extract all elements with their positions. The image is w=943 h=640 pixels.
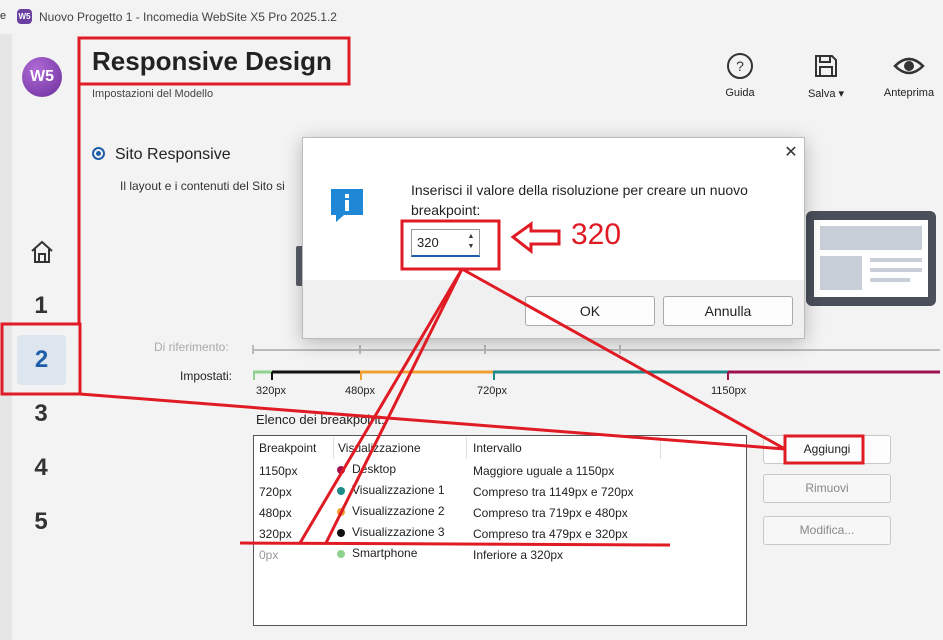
- step-2[interactable]: 2: [17, 335, 66, 385]
- svg-text:?: ?: [736, 58, 744, 74]
- set-bar-720: [360, 370, 493, 380]
- row-4-range[interactable]: Compreso tra 479px e 320px: [473, 527, 628, 541]
- breakpoint-list-label: Elenco dei breakpoint:: [256, 412, 385, 427]
- app-logo: W5: [22, 57, 62, 97]
- help-button[interactable]: ? Guida: [710, 52, 770, 99]
- preview-button[interactable]: Anteprima: [879, 52, 939, 99]
- dialog-prompt: Inserisci il valore della risoluzione pe…: [411, 182, 748, 218]
- row-1-range[interactable]: Maggiore uguale a 1150px: [473, 464, 614, 478]
- row-1-breakpoint[interactable]: 1150px: [259, 464, 297, 478]
- row-2-range[interactable]: Compreso tra 1149px e 720px: [473, 485, 634, 499]
- reference-label: Di riferimento:: [154, 340, 229, 354]
- help-icon: ?: [727, 53, 753, 79]
- dialog-cancel-button[interactable]: Annulla: [663, 296, 793, 326]
- left-edge-strip: [0, 34, 12, 640]
- step-3[interactable]: 3: [12, 400, 70, 428]
- edit-breakpoint-button[interactable]: Modifica...: [763, 516, 891, 545]
- row-4-breakpoint[interactable]: 320px: [259, 527, 292, 541]
- info-icon: [331, 189, 363, 222]
- step-4[interactable]: 4: [12, 454, 70, 482]
- window-edge-text: e: [0, 10, 7, 22]
- column-view[interactable]: Visualizzazione: [338, 441, 421, 455]
- save-label: Salva ▾: [807, 88, 845, 100]
- row-4-color-dot: [337, 529, 345, 537]
- tick-1150: 1150px: [711, 385, 747, 397]
- dialog-ok-button[interactable]: OK: [525, 296, 655, 326]
- set-bar-320: [253, 370, 272, 380]
- column-breakpoint[interactable]: Breakpoint: [259, 441, 316, 455]
- row-5-range[interactable]: Inferiore a 320px: [473, 548, 563, 562]
- set-bar-480: [271, 370, 360, 380]
- save-icon: [815, 55, 837, 77]
- set-label: Impostati:: [180, 369, 233, 383]
- title-bar: e W5 Nuovo Progetto 1 - Incomedia WebSit…: [0, 0, 943, 34]
- row-2-color-dot: [337, 487, 345, 495]
- eye-icon: [893, 57, 925, 75]
- row-2-breakpoint[interactable]: 720px: [259, 485, 292, 499]
- page-subtitle: Impostazioni del Modello: [92, 88, 214, 100]
- row-4-view[interactable]: Visualizzazione 3: [352, 525, 445, 539]
- tick-720: 720px: [477, 385, 507, 397]
- row-3-breakpoint[interactable]: 480px: [259, 506, 292, 520]
- step-1[interactable]: 1: [12, 292, 70, 320]
- row-1-color-dot: [337, 466, 345, 474]
- save-button[interactable]: Salva ▾: [796, 52, 856, 100]
- section-description: Il layout e i contenuti del Sito si: [120, 179, 285, 193]
- step-5[interactable]: 5: [12, 508, 70, 536]
- preview-label: Anteprima: [883, 87, 935, 99]
- row-5-color-dot: [337, 550, 345, 558]
- app-icon: W5: [17, 9, 32, 24]
- spinner-arrows-icon[interactable]: ▲ ▼: [466, 232, 476, 252]
- row-3-range[interactable]: Compreso tra 719px e 480px: [473, 506, 628, 520]
- add-breakpoint-button[interactable]: Aggiungi: [763, 435, 891, 464]
- tick-320: 320px: [256, 385, 286, 397]
- column-range[interactable]: Intervallo: [473, 441, 522, 455]
- monitor-illustration: [806, 211, 936, 306]
- row-5-breakpoint[interactable]: 0px: [259, 548, 278, 562]
- row-1-view[interactable]: Desktop: [352, 462, 396, 476]
- window-title: Nuovo Progetto 1 - Incomedia WebSite X5 …: [39, 10, 337, 24]
- tick-480: 480px: [345, 385, 375, 397]
- annotation-label: 320: [571, 218, 622, 251]
- responsive-site-radio[interactable]: [92, 147, 105, 160]
- dialog-close-icon[interactable]: ✕: [783, 142, 799, 162]
- remove-breakpoint-button[interactable]: Rimuovi: [763, 474, 891, 503]
- row-3-view[interactable]: Visualizzazione 2: [352, 504, 445, 518]
- set-bar-1150: [493, 370, 940, 380]
- page-title: Responsive Design: [92, 46, 332, 76]
- help-label: Guida: [725, 87, 755, 99]
- responsive-site-label: Sito Responsive: [115, 146, 231, 163]
- row-5-view[interactable]: Smartphone: [352, 546, 417, 560]
- row-2-view[interactable]: Visualizzazione 1: [352, 483, 445, 497]
- home-icon[interactable]: [28, 238, 56, 266]
- row-3-color-dot: [337, 508, 345, 516]
- breakpoint-ruler: [252, 345, 940, 380]
